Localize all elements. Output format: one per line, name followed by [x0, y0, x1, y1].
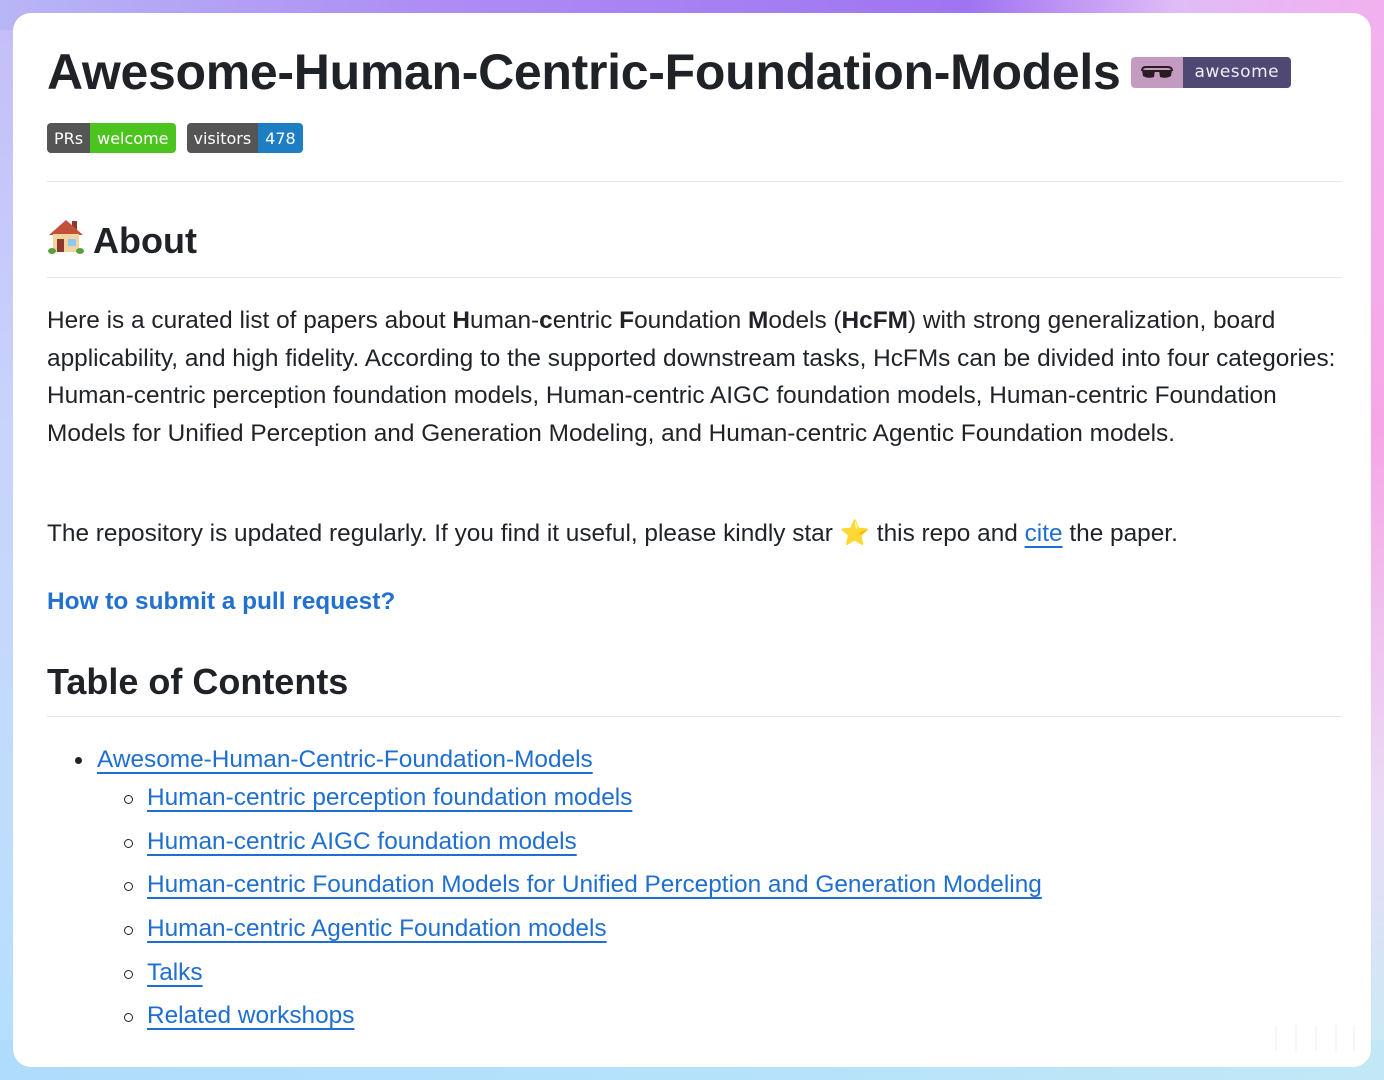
toc-sublist: Human-centric perception foundation mode…	[97, 779, 1042, 1035]
circle-bullet-icon	[124, 882, 133, 892]
toc-item: Human-centric Agentic Foundation models	[97, 910, 1042, 948]
text: The repository is updated regularly. If …	[47, 520, 840, 547]
circle-bullet-icon	[124, 795, 133, 804]
toc-link-talks[interactable]: Talks	[147, 959, 203, 986]
page-title-text: Awesome-Human-Centric-Foundation-Models	[47, 44, 1121, 100]
toc-item: Related workshops	[97, 997, 1042, 1035]
divider	[47, 277, 1341, 278]
about-heading: About	[47, 218, 197, 263]
visitors-badge[interactable]: visitors 478	[186, 123, 303, 153]
toc-list: Awesome-Human-Centric-Foundation-Models …	[47, 741, 1042, 1041]
text: oundation	[634, 307, 748, 334]
readme-card: Awesome-Human-Centric-Foundation-Models …	[13, 13, 1371, 1067]
pull-request-link[interactable]: How to submit a pull request?	[47, 588, 395, 616]
prs-welcome-badge[interactable]: PRs welcome	[47, 123, 176, 153]
toc-root-item: Awesome-Human-Centric-Foundation-Models …	[47, 741, 1042, 1035]
divider	[47, 181, 1341, 182]
house-icon	[47, 218, 85, 263]
toc-item: Human-centric perception foundation mode…	[97, 779, 1042, 817]
badge-row: PRs welcome visitors 478	[47, 123, 303, 153]
sunglasses-icon	[1130, 56, 1183, 88]
text: uman-	[470, 307, 540, 334]
badge-label: PRs	[47, 123, 91, 153]
text: the paper.	[1062, 520, 1178, 547]
bold-text: c	[539, 307, 553, 334]
awesome-badge-label: awesome	[1182, 56, 1292, 88]
toc-link-unified[interactable]: Human-centric Foundation Models for Unif…	[147, 871, 1042, 898]
toc-heading: Table of Contents	[47, 661, 349, 702]
text: entric	[552, 307, 620, 334]
bold-text: M	[748, 307, 769, 334]
badge-value: welcome	[90, 123, 176, 153]
toc-link-agentic[interactable]: Human-centric Agentic Foundation models	[147, 915, 607, 942]
text: odels (	[768, 307, 842, 334]
toc-link-perception[interactable]: Human-centric perception foundation mode…	[147, 784, 632, 811]
badge-label: visitors	[186, 123, 259, 153]
badge-value: 478	[258, 123, 303, 153]
watermark	[1267, 1025, 1357, 1051]
update-note: The repository is updated regularly. If …	[47, 515, 1178, 552]
page-title: Awesome-Human-Centric-Foundation-Models …	[47, 43, 1292, 101]
text: this repo and	[870, 520, 1025, 547]
bullet-icon	[75, 757, 82, 764]
circle-bullet-icon	[124, 838, 133, 848]
toc-link-aigc[interactable]: Human-centric AIGC foundation models	[147, 828, 577, 855]
toc-item: Human-centric Foundation Models for Unif…	[97, 866, 1042, 904]
toc-item: Human-centric AIGC foundation models	[97, 823, 1042, 861]
awesome-badge[interactable]: awesome	[1130, 56, 1292, 88]
bold-text: F	[619, 307, 635, 334]
star-icon: ⭐	[839, 520, 871, 547]
circle-bullet-icon	[124, 1013, 133, 1023]
toc-link-root[interactable]: Awesome-Human-Centric-Foundation-Models	[97, 746, 593, 773]
bold-text: HcFM	[841, 307, 908, 334]
divider	[47, 716, 1341, 717]
cite-link[interactable]: cite	[1025, 520, 1063, 547]
circle-bullet-icon	[124, 969, 133, 979]
about-paragraph: Here is a curated list of papers about H…	[47, 302, 1347, 452]
circle-bullet-icon	[124, 926, 133, 936]
toc-link-workshops[interactable]: Related workshops	[147, 1002, 354, 1029]
bold-text: H	[452, 307, 471, 334]
text: Here is a curated list of papers about	[47, 307, 453, 334]
toc-item: Talks	[97, 954, 1042, 992]
about-heading-text: About	[93, 219, 197, 261]
